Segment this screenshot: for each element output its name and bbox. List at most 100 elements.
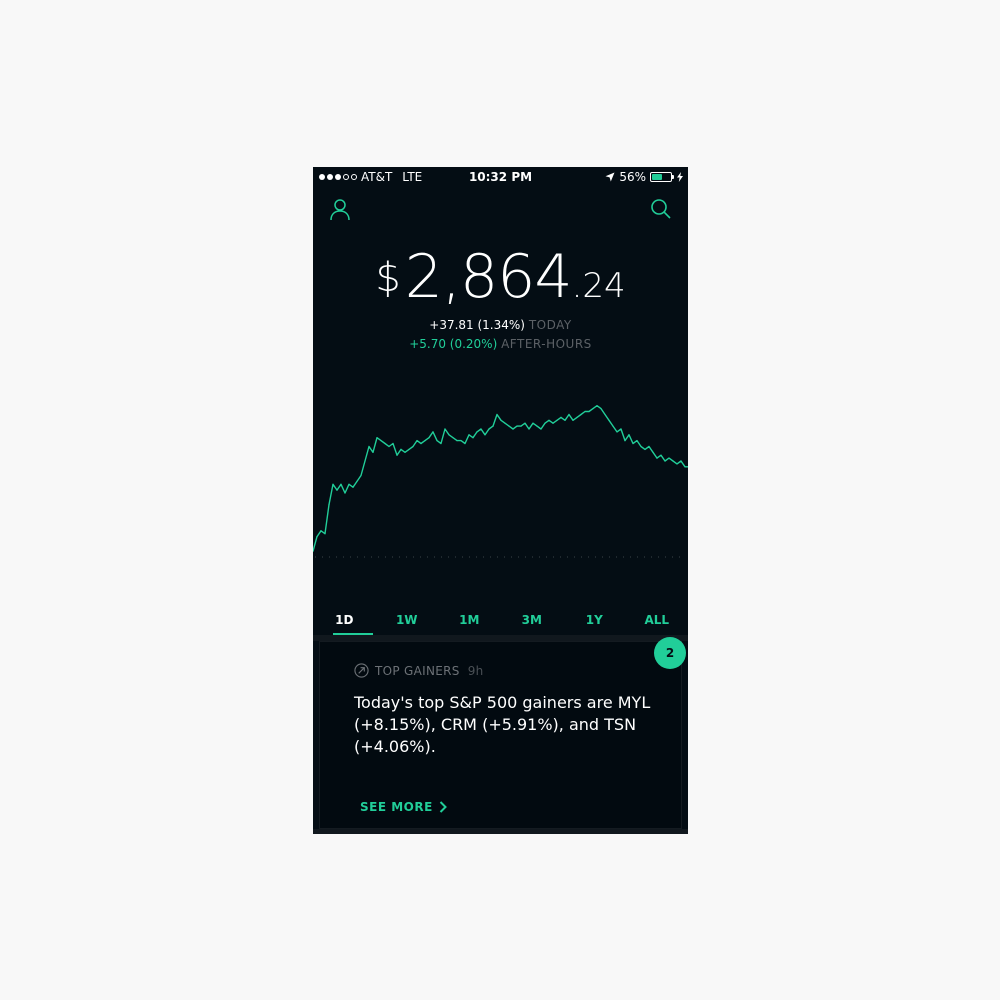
chart-point <box>652 451 654 453</box>
tab-3m[interactable]: 3M <box>501 609 564 635</box>
chart-point <box>536 425 538 427</box>
chart-point <box>432 431 434 433</box>
chart-point <box>476 431 478 433</box>
chart-point <box>356 480 358 482</box>
chart-point <box>352 486 354 488</box>
chart-point <box>564 419 566 421</box>
profile-button[interactable] <box>328 197 352 221</box>
battery-level <box>652 174 663 180</box>
location-arrow-icon <box>605 172 615 182</box>
chart-point <box>604 413 606 416</box>
bottom-spacer <box>313 829 688 834</box>
chart-point <box>576 416 578 418</box>
chart-point <box>364 460 366 462</box>
card-header: TOP GAINERS 9h <box>354 663 484 678</box>
see-more-button[interactable]: SEE MORE <box>360 800 447 814</box>
chart-point <box>592 408 594 410</box>
chart-point <box>520 425 522 427</box>
chart-point <box>368 445 370 448</box>
chart-point <box>504 422 506 424</box>
search-button[interactable] <box>649 197 673 221</box>
chart-point <box>336 489 338 491</box>
chart-point <box>556 419 558 421</box>
tab-all[interactable]: ALL <box>626 609 689 635</box>
currency-symbol: $ <box>375 255 401 301</box>
chart-point <box>588 410 590 413</box>
card-category: TOP GAINERS <box>375 663 460 678</box>
chart-point <box>600 408 602 410</box>
chart-point <box>372 451 374 453</box>
chart-point <box>436 440 438 442</box>
chart-point <box>532 422 534 424</box>
chart-point <box>440 442 442 445</box>
chart-point <box>400 448 402 450</box>
today-change-row: +37.81 (1.34%) TODAY <box>313 318 688 332</box>
chart-point <box>572 419 574 421</box>
chart-point <box>548 419 550 421</box>
card-body-line: Today's top S&P 500 gainers are MYL <box>354 693 651 712</box>
news-card[interactable]: TOP GAINERS 9h Today's top S&P 500 gaine… <box>319 641 682 829</box>
portfolio-value-cents: .24 <box>571 266 626 306</box>
portfolio-chart[interactable] <box>313 387 688 567</box>
chart-point <box>340 483 342 485</box>
after-hours-label: AFTER-HOURS <box>501 337 592 351</box>
chart-point <box>596 405 598 407</box>
portfolio-value: $2,864.24 <box>313 247 688 307</box>
chart-point <box>412 445 414 448</box>
chart-point <box>420 442 422 445</box>
chart-point <box>612 425 614 427</box>
chart-point <box>584 410 586 413</box>
tab-1w[interactable]: 1W <box>376 609 439 635</box>
chart-point <box>456 440 458 442</box>
card-body-line: (+4.06%). <box>354 737 436 756</box>
chart-point <box>344 492 346 494</box>
chart-point <box>376 437 378 439</box>
chart-point <box>632 442 634 445</box>
chart-point <box>468 434 470 436</box>
chart-point <box>348 483 350 485</box>
chart-point <box>672 460 674 462</box>
chart-point <box>660 454 662 456</box>
chart-point <box>332 483 334 485</box>
chart-point <box>472 437 474 439</box>
chart-point <box>636 440 638 442</box>
chart-point <box>540 428 542 430</box>
search-icon <box>651 199 671 219</box>
chart-point <box>460 440 462 442</box>
chart-point <box>640 445 642 448</box>
chart-point <box>452 437 454 439</box>
chart-point <box>676 463 678 465</box>
chart-point <box>488 428 490 430</box>
chart-point <box>316 536 318 538</box>
chart-point <box>528 428 530 430</box>
chart-point <box>580 413 582 416</box>
range-tabs: 1D 1W 1M 3M 1Y ALL <box>313 609 688 635</box>
card-count-badge: 2 <box>654 637 686 669</box>
profile-icon <box>330 199 350 221</box>
trending-up-circle-icon <box>354 663 369 678</box>
tab-1m[interactable]: 1M <box>438 609 501 635</box>
chart-point <box>380 440 382 442</box>
chart-point <box>552 422 554 424</box>
chart-point <box>324 533 326 535</box>
chart-point <box>500 419 502 421</box>
tab-1y[interactable]: 1Y <box>563 609 626 635</box>
chart-point <box>404 451 406 453</box>
battery-icon <box>650 172 674 182</box>
chart-points <box>313 405 688 552</box>
chart-point <box>408 448 410 450</box>
tab-1d[interactable]: 1D <box>313 609 376 635</box>
chevron-right-icon <box>439 801 447 813</box>
card-time-ago: 9h <box>467 663 484 678</box>
chart-point <box>328 504 330 506</box>
chart-point <box>668 457 670 459</box>
chart-point <box>496 413 498 416</box>
chart-point <box>560 416 562 418</box>
chart-point <box>524 422 526 424</box>
chart-point <box>628 434 630 436</box>
app-screen: AT&T LTE 10:32 PM 56% $2,864.24 +37.81 (… <box>313 167 688 834</box>
today-change-value: +37.81 (1.34%) <box>429 318 525 332</box>
chart-point <box>464 442 466 445</box>
chart-point <box>392 442 394 445</box>
status-bar: AT&T LTE 10:32 PM 56% <box>313 167 688 187</box>
